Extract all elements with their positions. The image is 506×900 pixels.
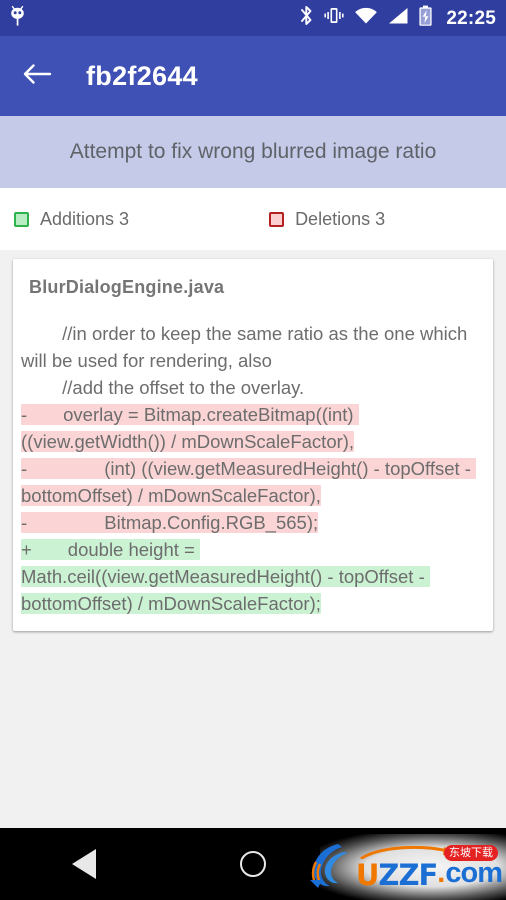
additions-label: Additions 3 — [40, 208, 130, 229]
android-nav-bar: U ZZ F . com 东坡下载 — [0, 828, 506, 900]
diff-line-text: //add the offset to the overlay. — [21, 377, 305, 398]
diff-line-ctx: //in order to keep the same ratio as the… — [21, 320, 487, 374]
arrow-back-icon — [22, 62, 52, 91]
diff-line-text: - overlay = Bitmap.createBitmap((int) ((… — [21, 404, 359, 452]
cellular-signal-icon — [387, 6, 409, 31]
diff-line-ctx: //add the offset to the overlay. — [21, 374, 487, 401]
page-title: fb2f2644 — [86, 60, 198, 91]
diff-line-add: + double height = Math.ceil((view.getMea… — [21, 536, 487, 617]
octocat-icon — [8, 5, 27, 32]
diff-line-text: + double height = Math.ceil((view.getMea… — [21, 539, 430, 614]
battery-charging-icon — [418, 5, 433, 32]
diff-lines: //in order to keep the same ratio as the… — [13, 320, 493, 617]
additions-stat: Additions 3 — [14, 209, 129, 230]
diff-line-del: - Bitmap.Config.RGB_565); — [21, 509, 487, 536]
additions-swatch-icon — [14, 211, 29, 227]
diff-line-text: - (int) ((view.getMeasuredHeight() - top… — [21, 458, 477, 506]
nav-back-icon — [72, 849, 97, 879]
diff-file-card[interactable]: BlurDialogEngine.java //in order to keep… — [13, 259, 493, 631]
status-bar-notifications — [8, 5, 27, 32]
status-bar: 22:25 — [0, 0, 506, 36]
diff-file-name: BlurDialogEngine.java — [29, 277, 225, 297]
wifi-icon — [354, 6, 378, 31]
nav-back-button[interactable] — [0, 828, 169, 900]
diff-line-text: //in order to keep the same ratio as the… — [21, 323, 473, 371]
status-bar-icons: 22:25 — [299, 4, 496, 32]
bluetooth-icon — [299, 4, 314, 32]
app-bar: fb2f2644 — [0, 36, 506, 116]
status-bar-clock: 22:25 — [446, 7, 496, 29]
phone-screen: 22:25 fb2f2644 Attempt to fix wrong blur… — [0, 0, 506, 900]
diff-line-del: - (int) ((view.getMeasuredHeight() - top… — [21, 455, 487, 509]
diff-line-text: - Bitmap.Config.RGB_565); — [21, 512, 319, 533]
diff-line-del: - overlay = Bitmap.createBitmap((int) ((… — [21, 401, 487, 455]
deletions-label: Deletions 3 — [295, 208, 386, 229]
nav-home-button[interactable] — [169, 828, 338, 900]
commit-message: Attempt to fix wrong blurred image ratio — [69, 139, 437, 163]
deletions-swatch-icon — [269, 211, 285, 227]
diff-stats-row: Additions 3 Deletions 3 — [0, 188, 506, 250]
vibrate-icon — [323, 5, 345, 31]
back-button[interactable] — [16, 55, 58, 97]
nav-home-icon — [240, 851, 266, 877]
deletions-stat: Deletions 3 — [269, 209, 385, 230]
diff-scroll-area[interactable]: BlurDialogEngine.java //in order to keep… — [0, 250, 506, 828]
commit-message-band: Attempt to fix wrong blurred image ratio — [0, 116, 506, 188]
